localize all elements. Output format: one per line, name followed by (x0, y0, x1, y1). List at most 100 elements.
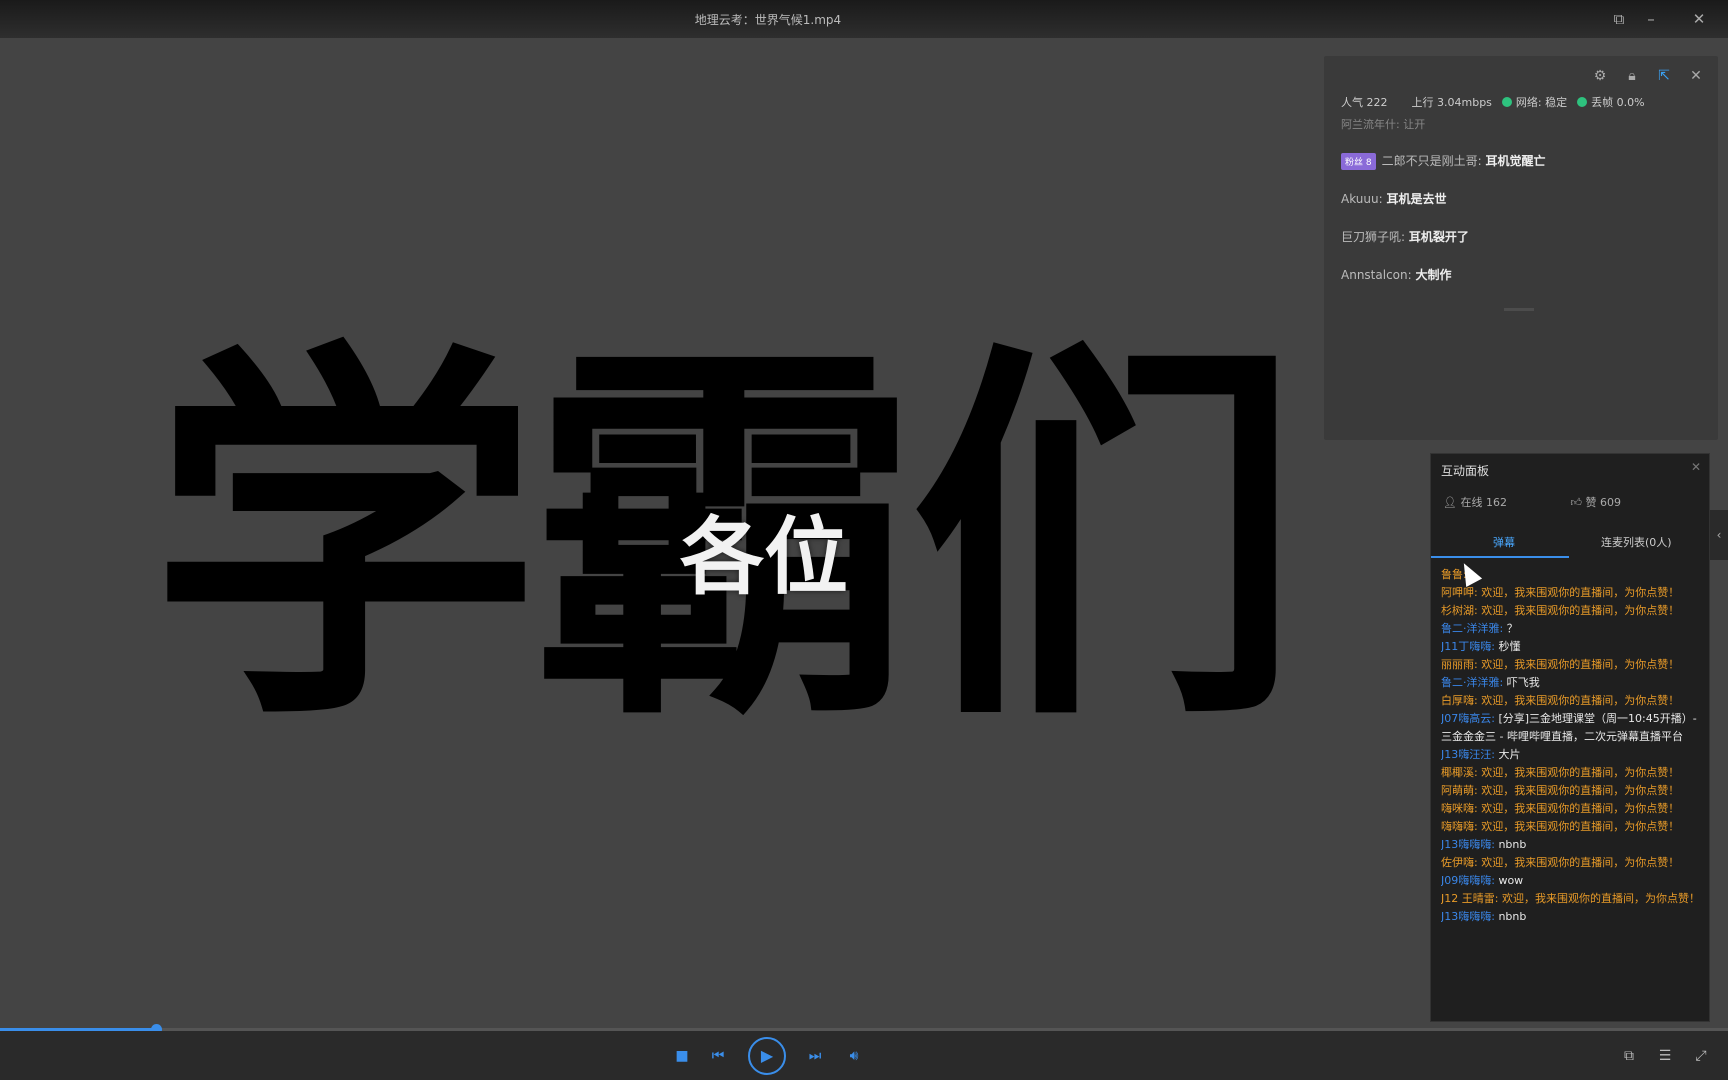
danmaku-username[interactable]: 丽丽雨: (1441, 658, 1478, 671)
volume-icon[interactable]: 🔊︎ (843, 1045, 865, 1067)
minimize-icon[interactable]: – (1640, 8, 1662, 30)
danmaku-username[interactable]: 椰椰溪: (1441, 766, 1478, 779)
danmaku-text: 欢迎，我来围观你的直播间，为你点赞！ (1481, 586, 1680, 599)
play-button[interactable]: ▶ (748, 1037, 786, 1075)
user-icon: 👤︎ (1443, 496, 1457, 509)
danmaku-username[interactable]: J13嗨汪汪: (1441, 748, 1495, 761)
chevron-left-icon[interactable]: ‹ (1710, 510, 1728, 560)
danmaku-item: J09嗨嗨嗨: wow (1441, 872, 1703, 890)
danmaku-text: 欢迎，我来围观你的直播间，为你点赞！ (1481, 802, 1680, 815)
danmaku-username[interactable]: 嗨咪嗨: (1441, 802, 1478, 815)
danmaku-item: J13嗨嗨嗨: nbnb (1441, 836, 1703, 854)
danmaku-username[interactable]: 嗨嗨嗨: (1441, 820, 1478, 833)
settings-icon[interactable]: ⚙ (1590, 66, 1610, 86)
chat-message: 粉丝 8 二郎不只是刚土哥: 耳机觉醒亡 (1341, 152, 1701, 190)
danmaku-item: J13嗨嗨嗨: nbnb (1441, 908, 1703, 926)
live-chat-list: 粉丝 8 二郎不只是刚土哥: 耳机觉醒亡 Akuuu: 耳机是去世 巨刀狮子吼: 耳机… (1341, 152, 1701, 304)
network-stat: 网络: 稳定 (1501, 94, 1567, 110)
video-overlay-caption: 各位 (680, 508, 849, 606)
scroll-indicator (1504, 308, 1534, 311)
danmaku-item: 鲁二·洋洋雅: ？ (1441, 620, 1703, 638)
danmaku-username[interactable]: J07嗨高云: (1441, 712, 1495, 725)
danmaku-username[interactable]: J13嗨嗨嗨: (1441, 838, 1495, 851)
chat-message: 巨刀狮子吼: 耳机裂开了 (1341, 228, 1701, 266)
danmaku-username[interactable]: 杉树湖: (1441, 604, 1478, 617)
likes-count: 👍︎ 赞 609 (1570, 496, 1621, 509)
active-tab-indicator (1431, 556, 1569, 558)
fan-badge: 粉丝 8 (1341, 153, 1376, 170)
close-icon[interactable]: ✕ (1686, 66, 1706, 86)
title-bar: 地理云考：世界气候1.mp4 ⧉ – ✕ (0, 0, 1728, 38)
danmaku-text: nbnb (1498, 910, 1527, 923)
danmaku-item: 鲁二·洋洋雅: 吓飞我 (1441, 674, 1703, 692)
danmaku-item: 嗨咪嗨: 欢迎，我来围观你的直播间，为你点赞！ (1441, 800, 1703, 818)
danmaku-item: 杉树湖: 欢迎，我来围观你的直播间，为你点赞！ (1441, 602, 1703, 620)
close-icon[interactable]: ✕ (1691, 460, 1701, 474)
danmaku-item: 椰椰溪: 欢迎，我来围观你的直播间，为你点赞！ (1441, 764, 1703, 782)
danmaku-username[interactable]: 白厚嗨: (1441, 694, 1478, 707)
drop-frame-stat: 丢帧 0.0% (1577, 94, 1645, 110)
pin-icon[interactable]: ⧉ (1608, 8, 1630, 30)
upload-stat: 上行 3.04mbps (1411, 96, 1492, 109)
play-icon: ▶ (760, 1046, 774, 1065)
online-count: 👤︎ 在线 162 (1443, 496, 1507, 509)
chat-text: 大制作 (1415, 268, 1452, 282)
danmaku-username[interactable]: J11丁嗨嗨: (1441, 640, 1495, 653)
danmaku-username[interactable]: 鲁二·洋洋雅: (1441, 622, 1503, 635)
chat-username: 巨刀狮子吼: (1341, 230, 1406, 244)
danmaku-username[interactable]: J13嗨嗨嗨: (1441, 910, 1495, 923)
danmaku-item: 丽丽雨: 欢迎，我来围观你的直播间，为你点赞！ (1441, 656, 1703, 674)
danmaku-text: 欢迎，我来围观你的直播间，为你点赞！ (1481, 856, 1680, 869)
panel-counts: 👤︎ 在线 162 👍︎ 赞 609 (1443, 494, 1703, 510)
danmaku-text: 欢迎，我来围观你的直播间，为你点赞！ (1481, 694, 1680, 707)
chat-username: Annstalcon: (1341, 268, 1412, 282)
close-icon[interactable]: ✕ (1688, 8, 1710, 30)
danmaku-list[interactable]: 鲁鲁: 阿呷呷: 欢迎，我来围观你的直播间，为你点赞！ 杉树湖: 欢迎，我来围观你… (1441, 566, 1703, 1016)
interaction-panel: 互动面板 ✕ 👤︎ 在线 162 👍︎ 赞 609 弹幕 连麦列表(0人) 鲁鲁… (1430, 453, 1710, 1022)
danmaku-text: ？ (1506, 622, 1518, 635)
danmaku-text: 欢迎，我来围观你的直播间，为你点赞！ (1481, 604, 1680, 617)
window-title: 地理云考：世界气候1.mp4 (694, 13, 842, 27)
live-chat-overlay: ⚙ 🔒︎ ⇱ ✕ 人气 222 上行 3.04mbps 网络: 稳定 丢帧 0.… (1324, 56, 1718, 440)
screenshot-icon[interactable]: ⧉ (1618, 1045, 1640, 1067)
tab-mic-list[interactable]: 连麦列表(0人) (1601, 534, 1672, 550)
tab-danmaku[interactable]: 弹幕 (1493, 534, 1515, 550)
control-bar: ■ ⏮ ▶ ⏭ 🔊︎ ⧉ ☰ ⤢ (0, 1031, 1728, 1080)
chat-username: 二郎不只是刚土哥: (1381, 154, 1482, 168)
chat-message: Annstalcon: 大制作 (1341, 266, 1701, 304)
danmaku-username[interactable]: 佐伊嗨: (1441, 856, 1478, 869)
danmaku-text: 欢迎，我来围观你的直播间，为你点赞！ (1501, 892, 1700, 905)
popout-icon[interactable]: ⇱ (1654, 66, 1674, 86)
danmaku-text: 秒懂 (1498, 640, 1521, 653)
danmaku-item: J07嗨高云: [分享]三金地理课堂（周一10:45开播）- 三金金金三 - 哔… (1441, 710, 1703, 746)
danmaku-item: 阿萌萌: 欢迎，我来围观你的直播间，为你点赞！ (1441, 782, 1703, 800)
next-icon[interactable]: ⏭ (804, 1045, 826, 1067)
playlist-icon[interactable]: ☰ (1654, 1045, 1676, 1067)
danmaku-username[interactable]: 鲁二·洋洋雅: (1441, 676, 1503, 689)
fullscreen-icon[interactable]: ⤢ (1690, 1045, 1712, 1067)
danmaku-item: 阿呷呷: 欢迎，我来围观你的直播间，为你点赞！ (1441, 584, 1703, 602)
chat-username: Akuuu: (1341, 192, 1383, 206)
stop-icon[interactable]: ■ (671, 1045, 693, 1067)
danmaku-text: wow (1498, 874, 1524, 887)
panel-title: 互动面板 (1441, 464, 1490, 478)
danmaku-text: 欢迎，我来围观你的直播间，为你点赞！ (1481, 766, 1680, 779)
danmaku-username[interactable]: 阿萌萌: (1441, 784, 1478, 797)
danmaku-item: 佐伊嗨: 欢迎，我来围观你的直播间，为你点赞！ (1441, 854, 1703, 872)
chat-text: 耳机裂开了 (1408, 230, 1469, 244)
danmaku-text: 欢迎，我来围观你的直播间，为你点赞！ (1481, 658, 1680, 671)
danmaku-item: J13嗨汪汪: 大片 (1441, 746, 1703, 764)
previous-icon[interactable]: ⏮ (707, 1045, 729, 1067)
danmaku-username[interactable]: 阿呷呷: (1441, 586, 1478, 599)
lock-icon[interactable]: 🔒︎ (1622, 66, 1642, 86)
danmaku-item: 嗨嗨嗨: 欢迎，我来围观你的直播间，为你点赞！ (1441, 818, 1703, 836)
danmaku-username[interactable]: J12 王晴雷: (1441, 892, 1498, 905)
danmaku-item: 白厚嗨: 欢迎，我来围观你的直播间，为你点赞！ (1441, 692, 1703, 710)
danmaku-text: 欢迎，我来围观你的直播间，为你点赞！ (1481, 820, 1680, 833)
live-stats: 人气 222 上行 3.04mbps 网络: 稳定 丢帧 0.0% (1341, 94, 1645, 110)
chat-faded-line: 阿兰流年什: 让开 (1341, 118, 1426, 131)
danmaku-username[interactable]: J09嗨嗨嗨: (1441, 874, 1495, 887)
popularity-stat: 人气 222 (1341, 96, 1388, 109)
chat-text: 耳机觉醒亡 (1485, 154, 1546, 168)
danmaku-item: J12 王晴雷: 欢迎，我来围观你的直播间，为你点赞！ (1441, 890, 1703, 908)
